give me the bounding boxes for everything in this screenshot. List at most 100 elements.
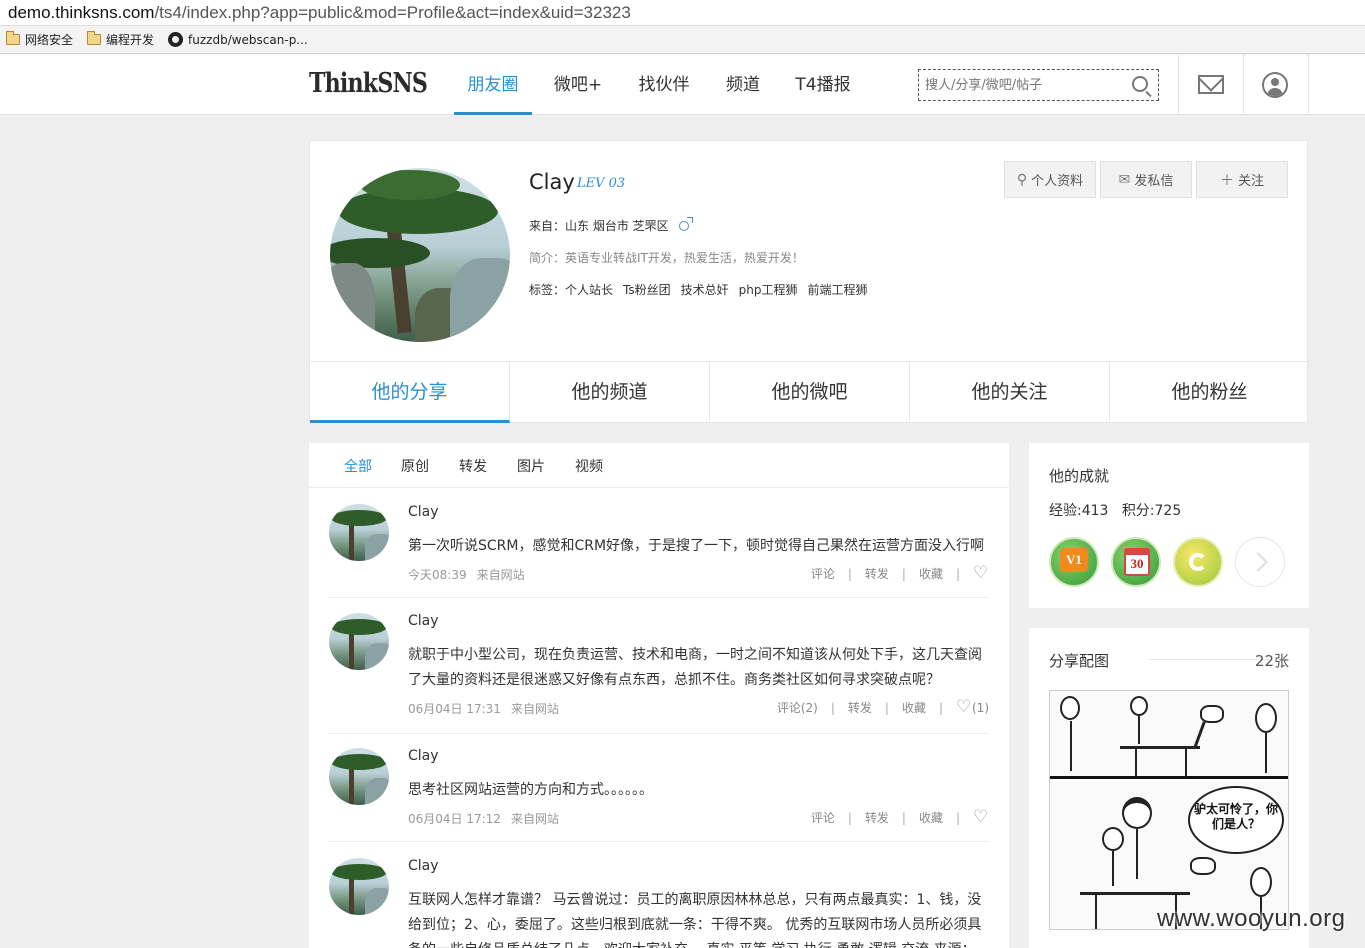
favorite-link[interactable]: 收藏 xyxy=(919,565,943,582)
post-author[interactable]: Clay xyxy=(408,504,439,520)
post-author[interactable]: Clay xyxy=(408,748,439,764)
score-value: 积分:725 xyxy=(1121,503,1182,519)
tab-his-shares[interactable]: 他的分享 xyxy=(310,362,510,423)
post-meta: 今天08:39 来自网站 xyxy=(408,566,535,583)
feed-post: Clay 第一次听说SCRM，感觉和CRM好像，于是搜了一下，顿时觉得自己果然在… xyxy=(329,504,989,598)
tab-his-fans[interactable]: 他的粉丝 xyxy=(1110,362,1309,423)
mail-icon[interactable] xyxy=(1198,75,1224,94)
profile-tag[interactable]: 个人站长 xyxy=(565,283,613,297)
filter-original[interactable]: 原创 xyxy=(401,456,429,476)
bookmark-label: 编程开发 xyxy=(106,33,155,47)
comic-image[interactable]: 驴太可怜了，你们是人？ xyxy=(1049,690,1289,930)
post-text: 互联网人怎样才靠谱？ 马云曾说过：员工的离职原因林林总总，只有两点最真实：1、钱… xyxy=(408,892,982,948)
comment-link[interactable]: 评论(2) xyxy=(777,699,818,716)
profile-tag[interactable]: php工程狮 xyxy=(739,283,798,297)
profile-card: Clay LEV 03 来自：山东 烟台市 芝罘区 简介：英语专业转战IT开发，… xyxy=(309,140,1309,423)
post-author[interactable]: Clay xyxy=(408,858,439,874)
profile-tag[interactable]: Ts粉丝团 xyxy=(623,283,671,297)
user-icon: ⚲ xyxy=(1016,171,1028,188)
favorite-link[interactable]: 收藏 xyxy=(902,699,926,716)
profile-tag[interactable]: 技术总奸 xyxy=(681,283,729,297)
bookmark-programming[interactable]: 编程开发 xyxy=(87,31,154,48)
tab-his-following[interactable]: 他的关注 xyxy=(910,362,1110,423)
post-avatar[interactable] xyxy=(329,858,389,915)
location-text: 来自：山东 烟台市 芝罘区 xyxy=(529,219,669,233)
profile-intro: 简介：英语专业转战IT开发，热爱生活，热爱开发！ xyxy=(529,251,804,265)
calendar-30-badge-icon[interactable]: 30 xyxy=(1111,537,1161,587)
post-avatar[interactable] xyxy=(329,748,389,805)
button-label: 关注 xyxy=(1237,174,1264,189)
url-path: /ts4/index.php?app=public&mod=Profile&ac… xyxy=(154,3,631,22)
sprout-badge-icon[interactable] xyxy=(1173,537,1223,587)
nav-channel[interactable]: 频道 xyxy=(718,55,768,115)
bookmark-network-security[interactable]: 网络安全 xyxy=(6,31,73,48)
next-badges-button[interactable] xyxy=(1235,537,1285,587)
forward-link[interactable]: 转发 xyxy=(865,809,889,826)
button-label: 个人资料 xyxy=(1031,174,1084,189)
like-heart-icon[interactable] xyxy=(956,697,972,717)
profile-name: Clay xyxy=(529,170,575,194)
site-header: ThinkSNS 朋友圈 微吧+ 找伙伴 频道 T4播报 xyxy=(0,55,1365,115)
bookmark-fuzzdb[interactable]: fuzzdb/webscan-p... xyxy=(168,32,308,47)
search-input[interactable] xyxy=(919,70,1119,100)
achievements-stats: 经验:413 积分:725 xyxy=(1049,500,1181,520)
profile-tags: 标签：个人站长 Ts粉丝团 技术总奸 php工程狮 前端工程狮 xyxy=(529,281,878,298)
bookmark-label: 网络安全 xyxy=(25,33,74,47)
feed-panel: 全部 原创 转发 图片 视频 Clay 第一次听说SCRM，感觉和CRM好像，于… xyxy=(309,443,1009,948)
tab-his-channels[interactable]: 他的频道 xyxy=(510,362,710,423)
profile-tabs: 他的分享 他的频道 他的微吧 他的关注 他的粉丝 xyxy=(310,361,1309,423)
male-gender-icon xyxy=(678,217,693,231)
divider xyxy=(1149,659,1269,660)
filter-all[interactable]: 全部 xyxy=(344,456,372,476)
user-account-icon[interactable] xyxy=(1262,72,1288,98)
post-meta: 06月04日 17:12 来自网站 xyxy=(408,810,569,827)
follow-button[interactable]: ＋关注 xyxy=(1196,161,1288,198)
github-icon xyxy=(168,32,184,47)
like-heart-icon[interactable] xyxy=(973,807,989,827)
gallery-count[interactable]: 22张 xyxy=(1255,650,1289,671)
post-time[interactable]: 06月04日 17:31 xyxy=(408,702,501,716)
send-message-button[interactable]: ✉ 发私信 xyxy=(1100,161,1192,198)
post-time[interactable]: 今天08:39 xyxy=(408,568,467,582)
nav-find-partner[interactable]: 找伙伴 xyxy=(630,55,698,115)
nav-friends-circle[interactable]: 朋友圈 xyxy=(454,55,532,115)
forward-link[interactable]: 转发 xyxy=(848,699,872,716)
like-heart-icon[interactable] xyxy=(973,563,989,583)
comic-panel-top xyxy=(1050,691,1288,779)
folder-icon xyxy=(6,31,20,45)
nav-weiba[interactable]: 微吧+ xyxy=(547,55,609,115)
url-host: demo.thinksns.com xyxy=(8,3,155,22)
v1-badge-icon[interactable]: V1 xyxy=(1049,537,1099,587)
feed-post: Clay 就职于中小型公司，现在负责运营、技术和电商，一时之间不知道该从何处下手… xyxy=(329,613,989,734)
nav-t4-broadcast[interactable]: T4播报 xyxy=(789,55,857,115)
site-logo[interactable]: ThinkSNS xyxy=(309,68,428,99)
achievements-title: 他的成就 xyxy=(1049,467,1110,485)
comment-link[interactable]: 评论 xyxy=(811,809,835,826)
tags-label: 标签： xyxy=(529,283,566,297)
profile-info-button[interactable]: ⚲ 个人资料 xyxy=(1004,161,1096,198)
tab-his-weiba[interactable]: 他的微吧 xyxy=(710,362,910,423)
profile-tag[interactable]: 前端工程狮 xyxy=(808,283,868,297)
post-source: 来自网站 xyxy=(476,568,525,582)
button-label: 发私信 xyxy=(1134,174,1174,189)
filter-video[interactable]: 视频 xyxy=(575,456,603,476)
post-author[interactable]: Clay xyxy=(408,613,439,629)
post-avatar[interactable] xyxy=(329,613,389,670)
comment-link[interactable]: 评论 xyxy=(811,565,835,582)
post-time[interactable]: 06月04日 17:12 xyxy=(408,812,501,826)
watermark: www.wooyun.org xyxy=(1157,905,1346,932)
favorite-link[interactable]: 收藏 xyxy=(919,809,943,826)
avatar-image xyxy=(330,168,510,342)
search-icon[interactable] xyxy=(1132,76,1148,92)
filter-image[interactable]: 图片 xyxy=(517,456,545,476)
gallery-title: 分享配图 xyxy=(1049,652,1110,670)
filter-forward[interactable]: 转发 xyxy=(459,456,487,476)
post-avatar[interactable] xyxy=(329,504,389,561)
address-bar[interactable]: demo.thinksns.com/ts4/index.php?app=publ… xyxy=(0,0,1365,26)
forward-link[interactable]: 转发 xyxy=(865,565,889,582)
feed-post: Clay 思考社区网站运营的方向和方式。。。。。。 06月04日 17:12 来自… xyxy=(329,748,989,842)
profile-avatar[interactable] xyxy=(330,168,510,342)
badge-label: 30 xyxy=(1124,548,1150,576)
achievements-panel: 他的成就 经验:413 积分:725 V1 30 xyxy=(1029,443,1309,608)
badge-label: V1 xyxy=(1060,548,1088,572)
